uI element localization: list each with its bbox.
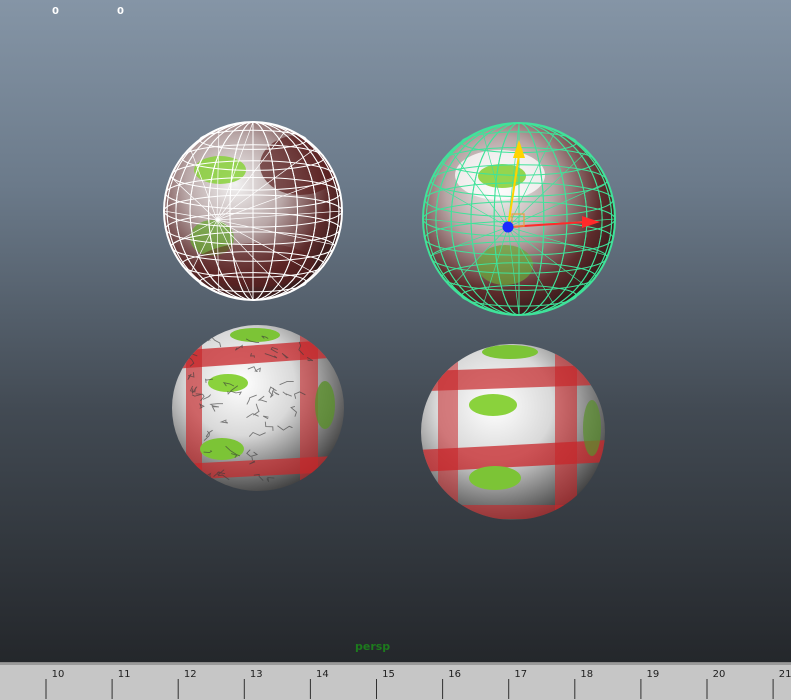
crack-line — [203, 331, 212, 342]
stripe — [186, 330, 202, 490]
sphere-patch — [469, 394, 517, 416]
tick-label: 11 — [118, 669, 131, 680]
stripe — [438, 345, 458, 520]
tick-label: 17 — [514, 669, 527, 680]
sphere-patch — [469, 466, 521, 490]
tick-label: 16 — [448, 669, 461, 680]
tick-label: 18 — [580, 669, 593, 680]
tick-label: 14 — [316, 669, 329, 680]
ruler-top-edge — [0, 663, 791, 665]
sphere-wireframe-top-right[interactable] — [422, 122, 616, 316]
tick-label: 21 — [779, 669, 791, 680]
sphere-patch — [482, 345, 538, 359]
sphere-shaded-bottom-left[interactable] — [170, 325, 351, 491]
tick-label: 20 — [713, 669, 726, 680]
stripe — [421, 505, 605, 519]
sphere-shaded-bottom-right[interactable] — [420, 344, 611, 525]
maya-app: 0 0 persp 10 11 12 13 14 15 16 17 18 19 … — [0, 0, 791, 700]
z-axis-center-icon[interactable] — [502, 221, 514, 233]
time-ruler: 10 11 12 13 14 15 16 17 18 19 20 21 — [0, 663, 791, 699]
sphere-wireframe-top-left[interactable] — [163, 121, 343, 301]
sphere-patch — [315, 381, 335, 429]
scene-canvas — [163, 121, 616, 525]
camera-label: persp — [355, 640, 391, 653]
tick-label: 15 — [382, 669, 395, 680]
tick-label: 13 — [250, 669, 263, 680]
tick-label: 19 — [647, 669, 660, 680]
stripe — [555, 345, 577, 520]
perspective-viewport[interactable]: 0 0 persp — [0, 0, 791, 662]
time-slider[interactable]: 10 11 12 13 14 15 16 17 18 19 20 21 — [0, 662, 791, 700]
sphere-patch — [230, 328, 280, 342]
crack-line — [203, 334, 211, 341]
tick-label: 10 — [52, 669, 65, 680]
sphere-patch — [200, 438, 244, 460]
tick-label: 12 — [184, 669, 197, 680]
sphere-patch — [583, 400, 601, 456]
sphere-patch — [208, 374, 248, 392]
